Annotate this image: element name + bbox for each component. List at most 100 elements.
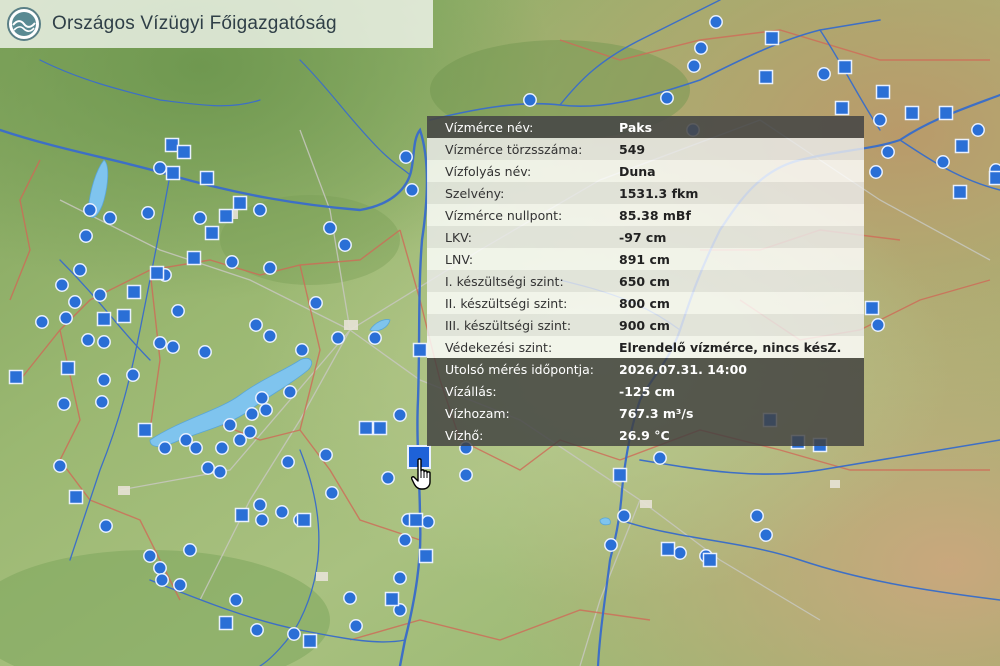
gauge-station-marker[interactable] [393,408,407,422]
gauge-station-marker[interactable] [319,448,333,462]
gauge-station-marker-square[interactable] [199,170,215,186]
gauge-station-marker[interactable] [263,329,277,343]
ovf-wave-logo-icon[interactable] [6,6,42,42]
gauge-station-marker[interactable] [871,318,885,332]
gauge-station-marker-square[interactable] [218,208,234,224]
gauge-station-marker[interactable] [604,538,618,552]
gauge-station-marker[interactable] [325,486,339,500]
gauge-station-marker[interactable] [259,403,273,417]
gauge-station-marker[interactable] [817,67,831,81]
gauge-station-marker[interactable] [709,15,723,29]
gauge-station-marker-square[interactable] [296,512,312,528]
gauge-station-marker-square[interactable] [164,137,180,153]
gauge-station-marker[interactable] [158,441,172,455]
gauge-station-marker[interactable] [936,155,950,169]
gauge-station-marker[interactable] [323,221,337,235]
gauge-station-marker-square[interactable] [204,225,220,241]
gauge-station-marker[interactable] [295,343,309,357]
gauge-station-marker[interactable] [421,515,435,529]
gauge-station-marker-square[interactable] [218,615,234,631]
gauge-station-marker[interactable] [255,391,269,405]
gauge-station-marker[interactable] [399,150,413,164]
gauge-station-marker[interactable] [287,627,301,641]
gauge-station-marker[interactable] [687,59,701,73]
gauge-station-marker-square[interactable] [864,300,880,316]
gauge-station-marker[interactable] [255,513,269,527]
gauge-station-marker-square[interactable] [660,541,676,557]
gauge-station-marker-square[interactable] [126,284,142,300]
gauge-station-marker-square[interactable] [758,69,774,85]
gauge-station-marker[interactable] [381,471,395,485]
gauge-station-marker-square[interactable] [834,100,850,116]
gauge-station-marker[interactable] [673,546,687,560]
gauge-station-marker[interactable] [95,395,109,409]
gauge-station-marker[interactable] [971,123,985,137]
gauge-station-marker-square[interactable] [412,342,428,358]
gauge-station-marker[interactable] [97,373,111,387]
gauge-station-marker[interactable] [281,455,295,469]
gauge-station-marker-square[interactable] [875,84,891,100]
gauge-station-marker[interactable] [155,573,169,587]
gauge-station-marker-square[interactable] [954,138,970,154]
gauge-station-marker[interactable] [750,509,764,523]
gauge-station-marker[interactable] [229,593,243,607]
gauge-station-marker-square[interactable] [938,105,954,121]
gauge-station-marker[interactable] [881,145,895,159]
gauge-station-marker[interactable] [275,505,289,519]
gauge-station-marker[interactable] [198,345,212,359]
gauge-station-marker[interactable] [166,340,180,354]
gauge-station-marker-square[interactable] [137,422,153,438]
gauge-station-marker[interactable] [309,296,323,310]
gauge-station-marker-square[interactable] [176,144,192,160]
gauge-station-marker-square[interactable] [612,467,628,483]
gauge-station-marker-square[interactable] [232,195,248,211]
gauge-station-marker-square[interactable] [837,59,853,75]
gauge-station-marker[interactable] [53,459,67,473]
gauge-station-marker-square[interactable] [60,360,76,376]
gauge-station-marker[interactable] [653,451,667,465]
gauge-station-marker-square[interactable] [904,105,920,121]
gauge-station-marker[interactable] [93,288,107,302]
gauge-station-marker[interactable] [459,468,473,482]
gauge-station-marker[interactable] [253,203,267,217]
gauge-station-marker[interactable] [73,263,87,277]
gauge-station-marker[interactable] [759,528,773,542]
gauge-station-marker[interactable] [35,315,49,329]
gauge-station-marker[interactable] [523,93,537,107]
gauge-station-marker[interactable] [193,211,207,225]
gauge-station-marker-square[interactable] [952,184,968,200]
gauge-station-marker[interactable] [873,113,887,127]
gauge-station-marker-square[interactable] [372,420,388,436]
gauge-station-marker-square[interactable] [764,30,780,46]
gauge-station-marker[interactable] [213,465,227,479]
gauge-station-marker[interactable] [126,368,140,382]
gauge-station-marker[interactable] [694,41,708,55]
gauge-station-marker[interactable] [59,311,73,325]
gauge-station-marker-square[interactable] [186,250,202,266]
gauge-station-marker[interactable] [99,519,113,533]
gauge-station-marker[interactable] [869,165,883,179]
gauge-station-marker[interactable] [57,397,71,411]
gauge-station-marker[interactable] [245,407,259,421]
gauge-station-marker-square[interactable] [68,489,84,505]
gauge-station-marker[interactable] [55,278,69,292]
gauge-station-marker[interactable] [398,533,412,547]
gauge-station-marker[interactable] [68,295,82,309]
gauge-station-marker[interactable] [338,238,352,252]
gauge-station-marker[interactable] [617,509,631,523]
gauge-station-marker[interactable] [253,498,267,512]
gauge-station-marker[interactable] [331,331,345,345]
gauge-station-marker[interactable] [263,261,277,275]
gauge-station-marker[interactable] [79,229,93,243]
gauge-station-marker-square[interactable] [702,552,718,568]
gauge-station-marker-square[interactable] [149,265,165,281]
gauge-station-marker-square[interactable] [358,420,374,436]
gauge-station-marker-square[interactable] [116,308,132,324]
gauge-station-marker[interactable] [393,571,407,585]
gauge-station-marker[interactable] [81,333,95,347]
gauge-station-marker[interactable] [97,335,111,349]
gauge-station-marker[interactable] [103,211,117,225]
gauge-station-marker[interactable] [173,578,187,592]
gauge-station-marker[interactable] [249,318,263,332]
gauge-station-marker-square[interactable] [302,633,318,649]
